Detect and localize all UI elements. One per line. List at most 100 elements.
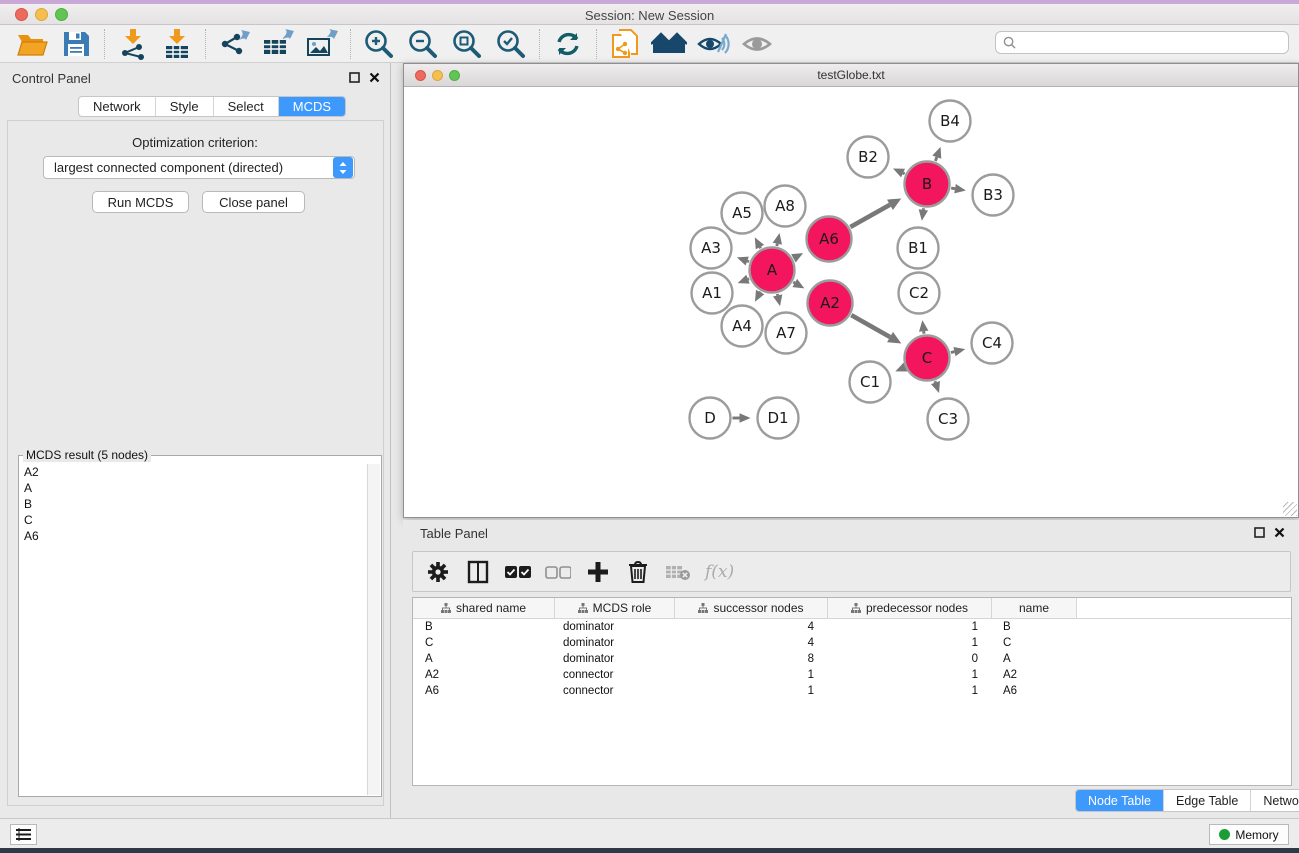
tab-mcds[interactable]: MCDS bbox=[278, 97, 345, 116]
network-canvas[interactable]: A A1 A2 A3 A4 A5 A6 A7 A8 B B1 B2 B3 B4 C C1 C2 C3C4 D D1 bbox=[404, 88, 1298, 517]
graph-node-B1[interactable]: B1 bbox=[898, 228, 939, 269]
tab-style[interactable]: Style bbox=[155, 97, 213, 116]
column-header-MCDS-role[interactable]: MCDS role bbox=[555, 598, 675, 618]
graph-node-C3[interactable]: C3 bbox=[928, 399, 969, 440]
memory-button[interactable]: Memory bbox=[1209, 824, 1289, 845]
column-header-name[interactable]: name bbox=[992, 598, 1077, 618]
graph-node-A6[interactable]: A6 bbox=[807, 217, 852, 262]
column-visibility-button[interactable] bbox=[465, 559, 491, 585]
show-all-networks-button[interactable] bbox=[647, 27, 691, 61]
export-image-button[interactable] bbox=[300, 27, 344, 61]
graph-node-A2[interactable]: A2 bbox=[808, 281, 853, 326]
tab-select[interactable]: Select bbox=[213, 97, 278, 116]
table-row[interactable]: Cdominator41C bbox=[413, 635, 1291, 651]
save-session-button[interactable] bbox=[54, 27, 98, 61]
graph-node-A5[interactable]: A5 bbox=[722, 193, 763, 234]
svg-text:A2: A2 bbox=[820, 294, 840, 312]
column-type-icon bbox=[698, 603, 708, 613]
open-folder-button[interactable] bbox=[10, 27, 54, 61]
refresh-view-button[interactable] bbox=[546, 27, 590, 61]
delete-column-button[interactable] bbox=[625, 559, 651, 585]
graph-node-D[interactable]: D bbox=[690, 398, 731, 439]
control-panel-title: Control Panel bbox=[12, 71, 91, 86]
result-item[interactable]: A6 bbox=[24, 528, 367, 544]
import-table-button[interactable] bbox=[155, 27, 199, 61]
cell: 1 bbox=[828, 667, 992, 683]
arrowhead bbox=[931, 381, 940, 393]
show-selected-button[interactable] bbox=[735, 27, 779, 61]
tab-network[interactable]: Network bbox=[79, 97, 155, 116]
graph-node-A[interactable]: A bbox=[750, 248, 795, 293]
svg-text:B3: B3 bbox=[983, 186, 1003, 204]
graph-node-B4[interactable]: B4 bbox=[930, 101, 971, 142]
function-builder-button[interactable]: f(x) bbox=[705, 562, 734, 582]
table-tab-edge-table[interactable]: Edge Table bbox=[1163, 790, 1250, 811]
graph-node-C[interactable]: C bbox=[905, 336, 950, 381]
toolbar-separator bbox=[596, 29, 597, 59]
close-panel-button[interactable]: Close panel bbox=[202, 191, 305, 213]
new-session-button[interactable] bbox=[603, 27, 647, 61]
table-settings-button[interactable] bbox=[425, 559, 451, 585]
arrowhead bbox=[954, 184, 966, 193]
run-mcds-button[interactable]: Run MCDS bbox=[92, 191, 189, 213]
delete-table-icon bbox=[665, 563, 691, 581]
graph-node-D1[interactable]: D1 bbox=[758, 398, 799, 439]
svg-text:D: D bbox=[704, 409, 716, 427]
cell: B bbox=[992, 619, 1077, 635]
delete-table-button[interactable] bbox=[665, 559, 691, 585]
result-item[interactable]: C bbox=[24, 512, 367, 528]
column-header-successor-nodes[interactable]: successor nodes bbox=[675, 598, 828, 618]
table-row[interactable]: A2connector11A2 bbox=[413, 667, 1291, 683]
task-history-button[interactable] bbox=[10, 824, 37, 845]
export-network-icon bbox=[217, 28, 251, 60]
export-table-button[interactable] bbox=[256, 27, 300, 61]
export-network-button[interactable] bbox=[212, 27, 256, 61]
graph-node-A8[interactable]: A8 bbox=[765, 186, 806, 227]
graph-node-B2[interactable]: B2 bbox=[848, 137, 889, 178]
table-row[interactable]: Bdominator41B bbox=[413, 619, 1291, 635]
table-row[interactable]: Adominator80A bbox=[413, 651, 1291, 667]
result-item[interactable]: A bbox=[24, 480, 367, 496]
session-documents-icon bbox=[609, 27, 641, 61]
graph-node-B[interactable]: B bbox=[905, 162, 950, 207]
graph-node-A3[interactable]: A3 bbox=[691, 228, 732, 269]
table-row[interactable]: A6connector11A6 bbox=[413, 683, 1291, 699]
close-panel-icon[interactable] bbox=[369, 72, 380, 83]
graph-node-A7[interactable]: A7 bbox=[766, 313, 807, 354]
add-column-button[interactable] bbox=[585, 559, 611, 585]
search-input[interactable] bbox=[1021, 36, 1288, 50]
column-header-predecessor-nodes[interactable]: predecessor nodes bbox=[828, 598, 992, 618]
hide-selected-button[interactable] bbox=[691, 27, 735, 61]
graph-node-C4[interactable]: C4 bbox=[972, 323, 1013, 364]
zoom-out-button[interactable] bbox=[401, 27, 445, 61]
column-header-shared-name[interactable]: shared name bbox=[413, 598, 555, 618]
graph-node-C1[interactable]: C1 bbox=[850, 362, 891, 403]
select-all-button[interactable] bbox=[505, 559, 531, 585]
zoom-selected-button[interactable] bbox=[489, 27, 533, 61]
graph-node-B3[interactable]: B3 bbox=[973, 175, 1014, 216]
result-item[interactable]: B bbox=[24, 496, 367, 512]
graph-node-C2[interactable]: C2 bbox=[899, 273, 940, 314]
float-table-panel-icon[interactable] bbox=[1254, 527, 1265, 538]
close-table-panel-icon[interactable] bbox=[1274, 527, 1285, 538]
svg-text:D1: D1 bbox=[767, 409, 788, 427]
table-tab-network-table[interactable]: Network Table bbox=[1250, 790, 1299, 811]
mcds-result-list[interactable]: A2ABCA6 bbox=[20, 464, 367, 795]
graph-node-A1[interactable]: A1 bbox=[692, 273, 733, 314]
zoom-fit-button[interactable] bbox=[445, 27, 489, 61]
graph-node-A4[interactable]: A4 bbox=[722, 306, 763, 347]
result-item[interactable]: A2 bbox=[24, 464, 367, 480]
deselect-all-button[interactable] bbox=[545, 559, 571, 585]
network-window-titlebar[interactable]: testGlobe.txt bbox=[404, 64, 1298, 87]
arrowhead bbox=[738, 275, 750, 284]
cell: 8 bbox=[675, 651, 828, 667]
table-tab-node-table[interactable]: Node Table bbox=[1076, 790, 1163, 811]
float-panel-icon[interactable] bbox=[349, 72, 360, 83]
resize-grip[interactable] bbox=[1283, 502, 1297, 516]
result-scrollbar[interactable] bbox=[367, 464, 380, 795]
zoom-in-button[interactable] bbox=[357, 27, 401, 61]
criterion-select[interactable]: largest connected component (directed) bbox=[43, 156, 355, 179]
desktop-strip-bottom bbox=[0, 848, 1299, 853]
import-network-button[interactable] bbox=[111, 27, 155, 61]
arrowhead bbox=[737, 257, 749, 266]
